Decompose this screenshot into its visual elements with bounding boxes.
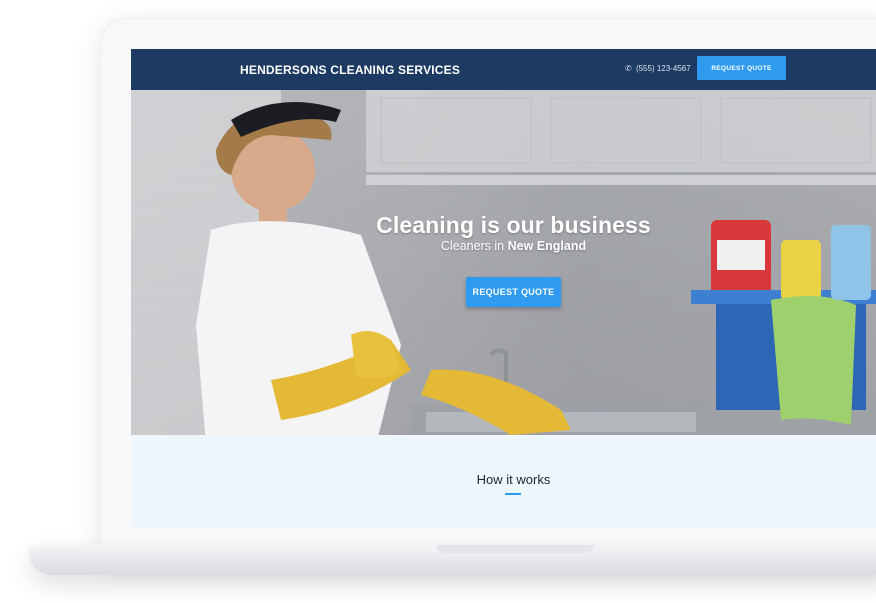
hero-title: Cleaning is our business — [376, 212, 651, 238]
hero-background-image — [131, 90, 876, 435]
how-it-works-section: How it works — [131, 435, 876, 527]
how-it-works-title: How it works — [476, 472, 551, 487]
website-screen: HENDERSONS CLEANING SERVICES ✆ (555) 123… — [131, 49, 876, 527]
title-underline — [505, 493, 521, 495]
hero-subtitle-prefix: Cleaners in — [440, 239, 508, 253]
phone-icon: ✆ — [625, 64, 632, 73]
site-header: HENDERSONS CLEANING SERVICES ✆ (555) 123… — [131, 49, 876, 90]
phone-number[interactable]: ✆ (555) 123-4567 — [625, 64, 691, 73]
brand-name[interactable]: HENDERSONS CLEANING SERVICES — [240, 63, 460, 77]
hero-subtitle: Cleaners in New England — [131, 239, 876, 253]
hero-request-quote-button[interactable]: REQUEST QUOTE — [466, 277, 561, 307]
laptop-notch — [436, 545, 594, 553]
header-request-quote-button[interactable]: REQUEST QUOTE — [697, 56, 786, 80]
hero-subtitle-location: New England — [507, 239, 587, 253]
hero-section: Cleaning is our business Cleaners in New… — [131, 90, 876, 435]
phone-text: (555) 123-4567 — [635, 64, 691, 73]
